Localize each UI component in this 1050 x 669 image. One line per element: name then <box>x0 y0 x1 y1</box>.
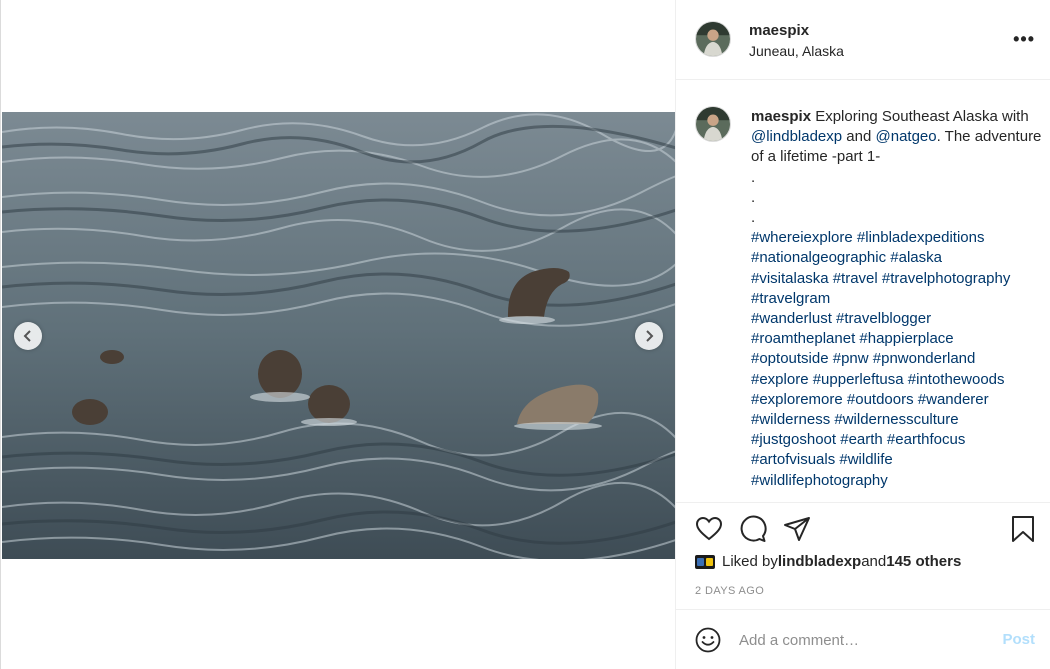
caption-dot: . <box>751 168 756 186</box>
chevron-left-icon <box>23 330 31 342</box>
hashtag-line[interactable]: #optoutside #pnw #pnwonderland <box>751 349 1046 369</box>
profile-photo <box>696 107 730 141</box>
caption-dot: . <box>751 188 756 206</box>
comment-input[interactable] <box>739 627 979 653</box>
post-author-username[interactable]: maespix <box>749 22 809 39</box>
media-pane <box>0 0 676 669</box>
post-location[interactable]: Juneau, Alaska <box>749 43 844 59</box>
like-button[interactable] <box>695 515 723 543</box>
hashtag-line[interactable]: #exploremore #outdoors #wanderer <box>751 390 1046 410</box>
more-options-button[interactable]: ••• <box>1013 30 1035 48</box>
ellipsis-icon: ••• <box>1013 29 1035 49</box>
hashtag-line[interactable]: #wanderlust #travelblogger <box>751 309 1046 329</box>
post-comment-button[interactable]: Post <box>1002 631 1035 648</box>
emoji-button[interactable] <box>695 627 721 653</box>
caption-avatar[interactable] <box>695 106 731 142</box>
avatar[interactable] <box>695 21 731 57</box>
chevron-right-icon <box>646 330 654 342</box>
liker-username[interactable]: lindbladexp <box>778 553 861 570</box>
caption-dot: . <box>751 209 756 227</box>
mention-link[interactable]: @natgeo <box>876 128 937 145</box>
next-photo-button[interactable] <box>635 322 663 350</box>
hashtag-line[interactable]: #travelgram <box>751 289 1046 309</box>
caption-area: maespix Exploring Southeast Alaska with … <box>676 80 1050 502</box>
comment-bubble-icon <box>740 515 767 542</box>
bookmark-icon <box>1012 516 1034 542</box>
post-actions: Liked by lindbladexp and 145 others 2 DA… <box>676 502 1050 610</box>
hashtag-line[interactable]: #wildlifephotography <box>751 471 1046 491</box>
post-timestamp[interactable]: 2 DAYS AGO <box>695 585 764 597</box>
post-header: maespix Juneau, Alaska ••• <box>676 0 1050 80</box>
mention-link[interactable]: @lindbladexp <box>751 128 842 145</box>
hashtag-line[interactable]: #whereiexplore #linbladexpeditions <box>751 228 1046 248</box>
save-button[interactable] <box>1009 515 1037 543</box>
hashtag-line[interactable]: #justgoshoot #earth #earthfocus <box>751 430 1046 450</box>
caption-body: Exploring Southeast Alaska with <box>811 108 1029 125</box>
liker-avatar[interactable] <box>695 554 715 569</box>
caption-text: maespix Exploring Southeast Alaska with … <box>751 107 1046 491</box>
smiley-icon <box>695 627 721 653</box>
post-side-panel: maespix Juneau, Alaska ••• maespix Explo… <box>675 0 1050 669</box>
hashtag-line[interactable]: #roamtheplanet #happierplace <box>751 329 1046 349</box>
likes-summary: Liked by lindbladexp and 145 others <box>695 553 961 570</box>
hashtag-line[interactable]: #artofvisuals #wildlife <box>751 450 1046 470</box>
heart-icon <box>695 516 723 541</box>
hashtag-line[interactable]: #visitalaska #travel #travelphotography <box>751 269 1046 289</box>
likes-middle: and <box>861 553 887 570</box>
previous-photo-button[interactable] <box>14 322 42 350</box>
hashtag-line[interactable]: #nationalgeographic #alaska <box>751 248 1046 268</box>
paper-plane-icon <box>784 517 810 541</box>
likes-prefix: Liked by <box>722 553 778 570</box>
profile-photo <box>696 22 730 56</box>
caption-username[interactable]: maespix <box>751 108 811 125</box>
comment-button[interactable] <box>739 515 767 543</box>
caption-body: and <box>842 128 876 146</box>
hashtag-line[interactable]: #explore #upperleftusa #intothewoods <box>751 370 1046 390</box>
comment-box: Post <box>676 610 1050 669</box>
post-photo[interactable] <box>2 112 676 559</box>
share-button[interactable] <box>783 515 811 543</box>
hashtag-line[interactable]: #wilderness #wildernessculture <box>751 410 1046 430</box>
likes-others-link[interactable]: 145 others <box>886 553 961 570</box>
sea-lions-image <box>2 112 676 559</box>
